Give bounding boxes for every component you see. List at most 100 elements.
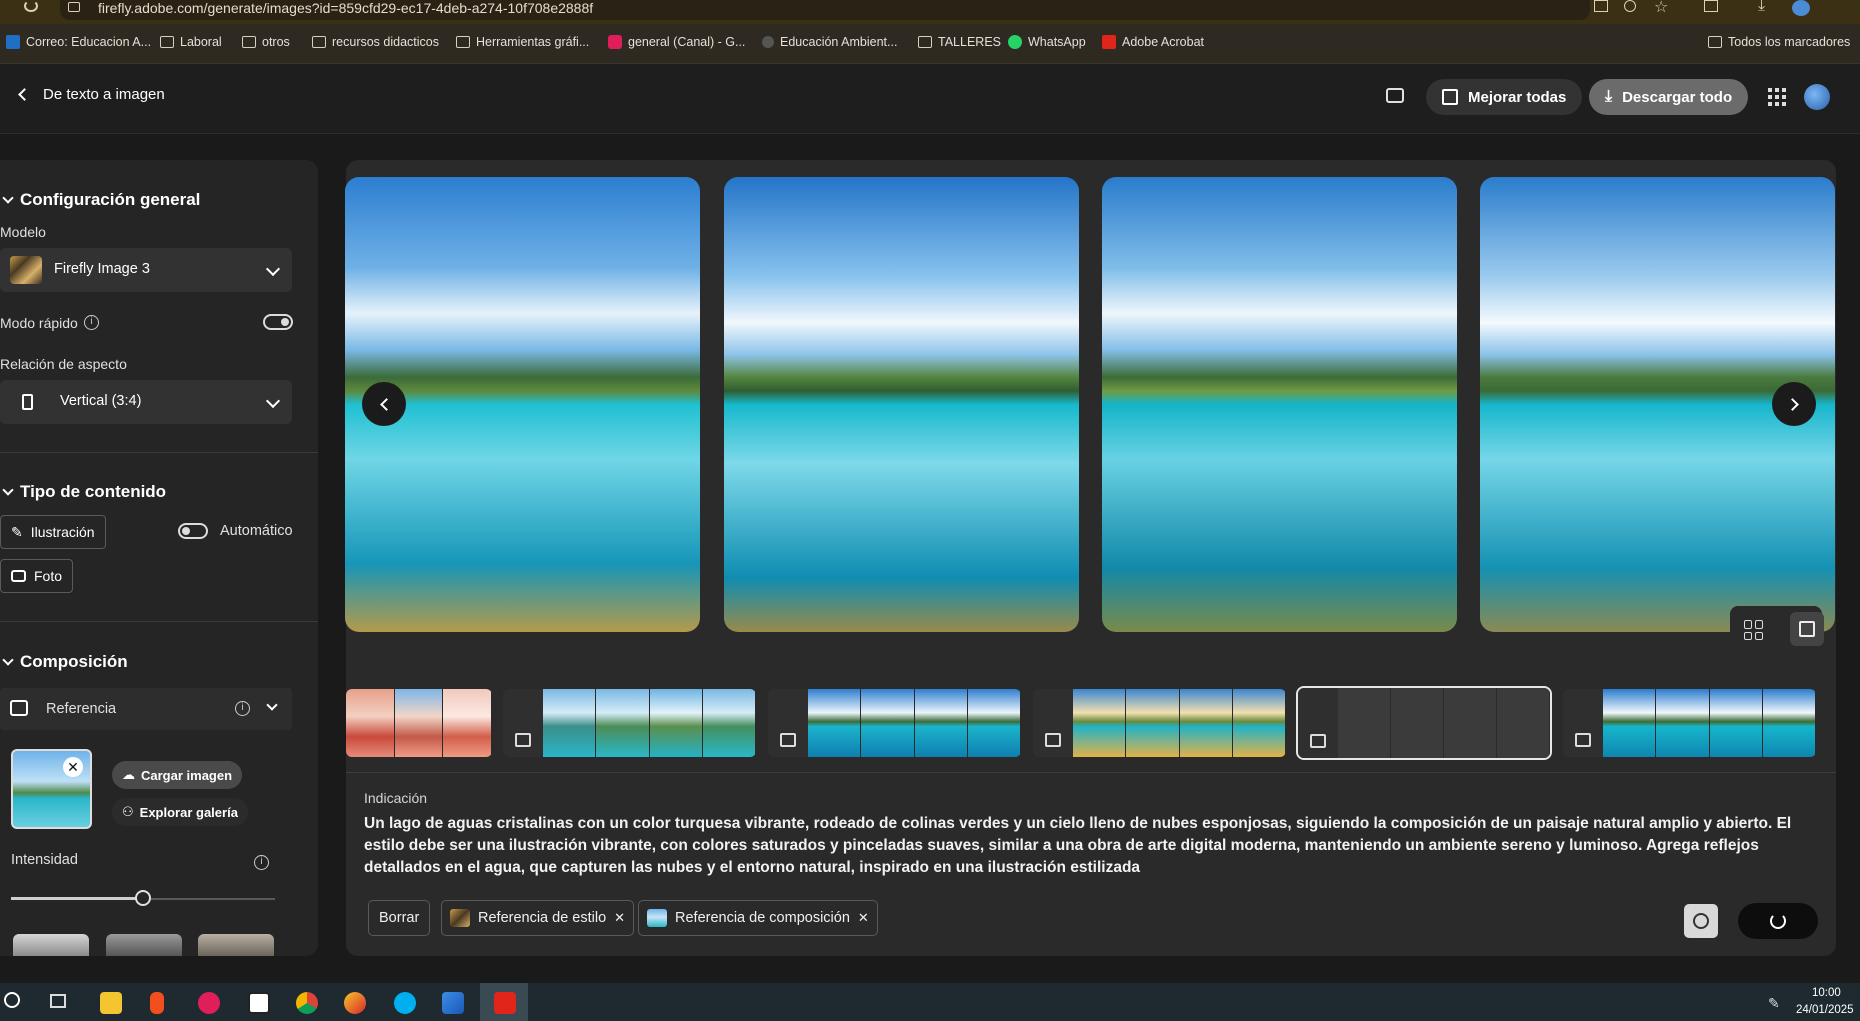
folder-icon: [242, 36, 256, 48]
info-icon[interactable]: i: [235, 701, 250, 716]
translate-icon[interactable]: [1594, 0, 1608, 12]
generate-button[interactable]: [1738, 903, 1818, 939]
content-type-header[interactable]: Tipo de contenido: [2, 482, 166, 502]
info-icon[interactable]: i: [84, 315, 99, 330]
bookmark-whatsapp[interactable]: WhatsApp: [1008, 35, 1086, 49]
back-button[interactable]: De texto a imagen: [14, 86, 165, 103]
bookmark-educacion[interactable]: Educación Ambient...: [762, 35, 897, 49]
download-all-button[interactable]: ⤓ Descargar todo: [1589, 79, 1749, 115]
reload-icon[interactable]: [24, 0, 38, 12]
reference-icon: [515, 733, 531, 747]
download-icon: ⤓: [1605, 88, 1613, 105]
close-icon[interactable]: ✕: [858, 910, 869, 926]
explore-gallery-button[interactable]: ⚇ Explorar galería: [112, 798, 248, 826]
feedback-icon[interactable]: [1386, 88, 1404, 103]
camera-icon: [11, 570, 26, 582]
prompt-label: Indicación: [364, 790, 428, 806]
photo-button[interactable]: Foto: [0, 559, 74, 593]
style-thumbnail[interactable]: [198, 934, 274, 956]
history-batch-loading[interactable]: [1296, 686, 1552, 760]
fast-mode-label: Modo rápido: [0, 315, 78, 331]
pen-icon[interactable]: ✎: [1768, 995, 1780, 1012]
bookmark-acrobat[interactable]: Adobe Acrobat: [1102, 35, 1204, 49]
profile-icon[interactable]: [1792, 0, 1810, 16]
auto-label: Automático: [220, 523, 293, 539]
url-text[interactable]: firefly.adobe.com/generate/images?id=859…: [98, 0, 593, 16]
slack-icon[interactable]: [198, 992, 220, 1014]
reference-icon: [1310, 734, 1326, 748]
model-label: Modelo: [0, 224, 46, 240]
star-icon[interactable]: ☆: [1654, 0, 1668, 17]
zoom-icon[interactable]: [1624, 0, 1636, 12]
bookmark-otros[interactable]: otros: [242, 35, 290, 49]
remove-reference-icon[interactable]: ✕: [63, 757, 83, 777]
bookmark-general[interactable]: general (Canal) - G...: [608, 35, 745, 49]
auto-toggle[interactable]: [178, 523, 208, 539]
history-batch[interactable]: [503, 689, 756, 757]
extensions-icon[interactable]: [1704, 0, 1718, 12]
illustration-button[interactable]: ✎ Ilustración: [0, 515, 106, 549]
model-thumbnail: [10, 256, 42, 284]
prompt-divider: [346, 772, 1836, 773]
history-batch[interactable]: [1033, 689, 1286, 757]
file-explorer-icon[interactable]: [100, 992, 122, 1014]
reference-label: Referencia: [46, 701, 117, 717]
upscale-icon: [1442, 89, 1458, 105]
bookmark-talleres[interactable]: TALLERES: [918, 35, 1001, 49]
history-button[interactable]: [1684, 904, 1718, 938]
composition-reference-tag[interactable]: Referencia de composición ✕: [638, 900, 878, 936]
composition-header[interactable]: Composición: [2, 652, 128, 672]
chevron-down-icon: [2, 192, 14, 204]
history-batch[interactable]: [346, 689, 492, 757]
chevron-down-icon: [2, 654, 14, 666]
photos-icon[interactable]: [442, 992, 464, 1014]
bookmark-all[interactable]: Todos los marcadores: [1708, 35, 1850, 49]
improve-all-button[interactable]: Mejorar todas: [1426, 79, 1583, 115]
close-icon[interactable]: ✕: [614, 910, 625, 926]
apps-grid-icon[interactable]: [1768, 88, 1786, 106]
task-view-icon[interactable]: [50, 994, 66, 1008]
skype-icon[interactable]: [394, 992, 416, 1014]
notion-icon[interactable]: [248, 992, 270, 1014]
fast-mode-toggle[interactable]: [263, 314, 293, 330]
generated-image[interactable]: [1102, 177, 1457, 632]
avatar[interactable]: [1804, 84, 1830, 110]
history-batch[interactable]: [768, 689, 1021, 757]
site-icon: [762, 36, 774, 48]
search-icon[interactable]: [4, 992, 20, 1008]
previous-button[interactable]: [362, 382, 406, 426]
download-icon[interactable]: ⤓: [1758, 0, 1765, 15]
clear-button[interactable]: Borrar: [368, 900, 431, 936]
whatsapp-icon: [1008, 35, 1022, 49]
intensity-slider-handle[interactable]: [135, 890, 151, 906]
chrome-icon[interactable]: [296, 992, 318, 1014]
grid-view-icon[interactable]: [1744, 620, 1764, 640]
aspect-ratio-select[interactable]: Vertical (3:4): [0, 380, 292, 424]
upload-image-button[interactable]: ☁ Cargar imagen: [112, 761, 243, 789]
model-select[interactable]: Firefly Image 3: [0, 248, 292, 292]
bookmark-recursos[interactable]: recursos didacticos: [312, 35, 439, 49]
bookmark-laboral[interactable]: Laboral: [160, 35, 222, 49]
folder-icon: [456, 36, 470, 48]
figma-icon[interactable]: [150, 992, 164, 1014]
browser-toolbar: firefly.adobe.com/generate/images?id=859…: [0, 0, 1860, 24]
style-thumbnail[interactable]: [106, 934, 182, 956]
chevron-right-icon: [1785, 397, 1799, 411]
app-icon[interactable]: [344, 992, 366, 1014]
generated-image[interactable]: [724, 177, 1079, 632]
bookmark-correo[interactable]: Correo: Educacion A...: [6, 35, 151, 49]
chevron-down-icon: [2, 484, 14, 496]
prompt-textarea[interactable]: Un lago de aguas cristalinas con un colo…: [364, 813, 1820, 879]
divider: [0, 452, 318, 453]
style-thumbnail[interactable]: [13, 934, 89, 956]
history-batch[interactable]: [1563, 689, 1816, 757]
bookmark-herramientas[interactable]: Herramientas gráfi...: [456, 35, 589, 49]
next-button[interactable]: [1772, 382, 1816, 426]
folder-icon: [918, 36, 932, 48]
style-reference-tag[interactable]: Referencia de estilo ✕: [441, 900, 635, 936]
general-settings-header[interactable]: Configuración general: [2, 190, 200, 210]
acrobat-icon[interactable]: [494, 992, 516, 1014]
taskbar: [0, 983, 1860, 1021]
site-info-icon[interactable]: [68, 2, 80, 12]
info-icon[interactable]: i: [254, 855, 269, 870]
